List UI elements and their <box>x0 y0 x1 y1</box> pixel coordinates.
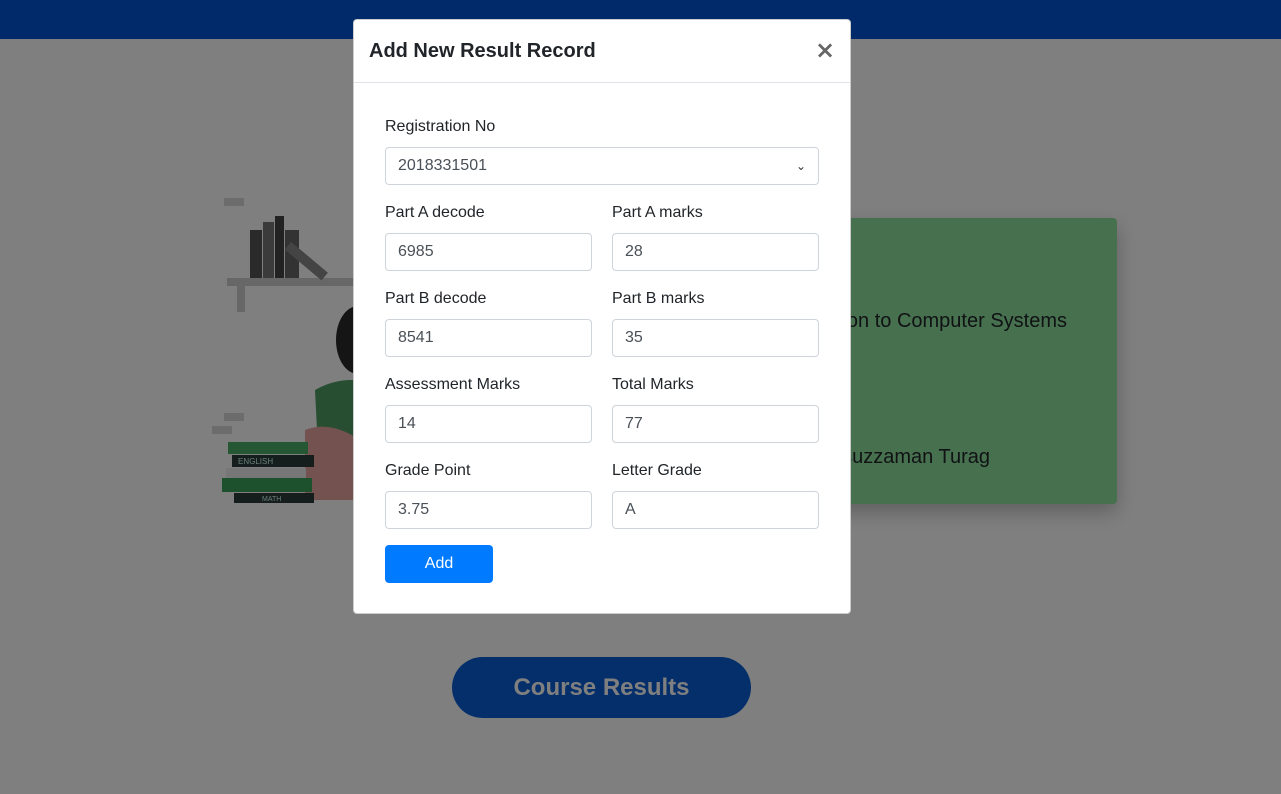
part-a-marks-label: Part A marks <box>612 204 703 221</box>
assessment-marks-input[interactable]: 14 <box>385 405 592 443</box>
part-a-decode-label: Part A decode <box>385 204 485 221</box>
grade-point-input[interactable]: 3.75 <box>385 491 592 529</box>
grade-point-label: Grade Point <box>385 462 471 479</box>
part-a-decode-input[interactable]: 6985 <box>385 233 592 271</box>
close-icon[interactable]: × <box>814 38 836 62</box>
part-b-decode-input[interactable]: 8541 <box>385 319 592 357</box>
add-button[interactable]: Add <box>385 545 493 583</box>
part-b-marks-label: Part B marks <box>612 290 705 307</box>
part-a-marks-input[interactable]: 28 <box>612 233 819 271</box>
registration-select-value: 2018331501 <box>398 157 487 174</box>
assessment-marks-label: Assessment Marks <box>385 376 521 393</box>
total-marks-label: Total Marks <box>612 376 694 393</box>
modal-title: Add New Result Record <box>369 40 596 62</box>
modal-header: Add New Result Record × <box>354 20 850 83</box>
registration-select[interactable]: 2018331501 ⌄ <box>385 147 819 185</box>
part-b-marks-input[interactable]: 35 <box>612 319 819 357</box>
letter-grade-label: Letter Grade <box>612 462 702 479</box>
total-marks-input[interactable]: 77 <box>612 405 819 443</box>
registration-label: Registration No <box>385 118 496 135</box>
add-result-modal: Add New Result Record × Registration No … <box>353 19 851 614</box>
part-b-decode-label: Part B decode <box>385 290 487 307</box>
letter-grade-input[interactable]: A <box>612 491 819 529</box>
chevron-down-icon: ⌄ <box>795 159 806 173</box>
